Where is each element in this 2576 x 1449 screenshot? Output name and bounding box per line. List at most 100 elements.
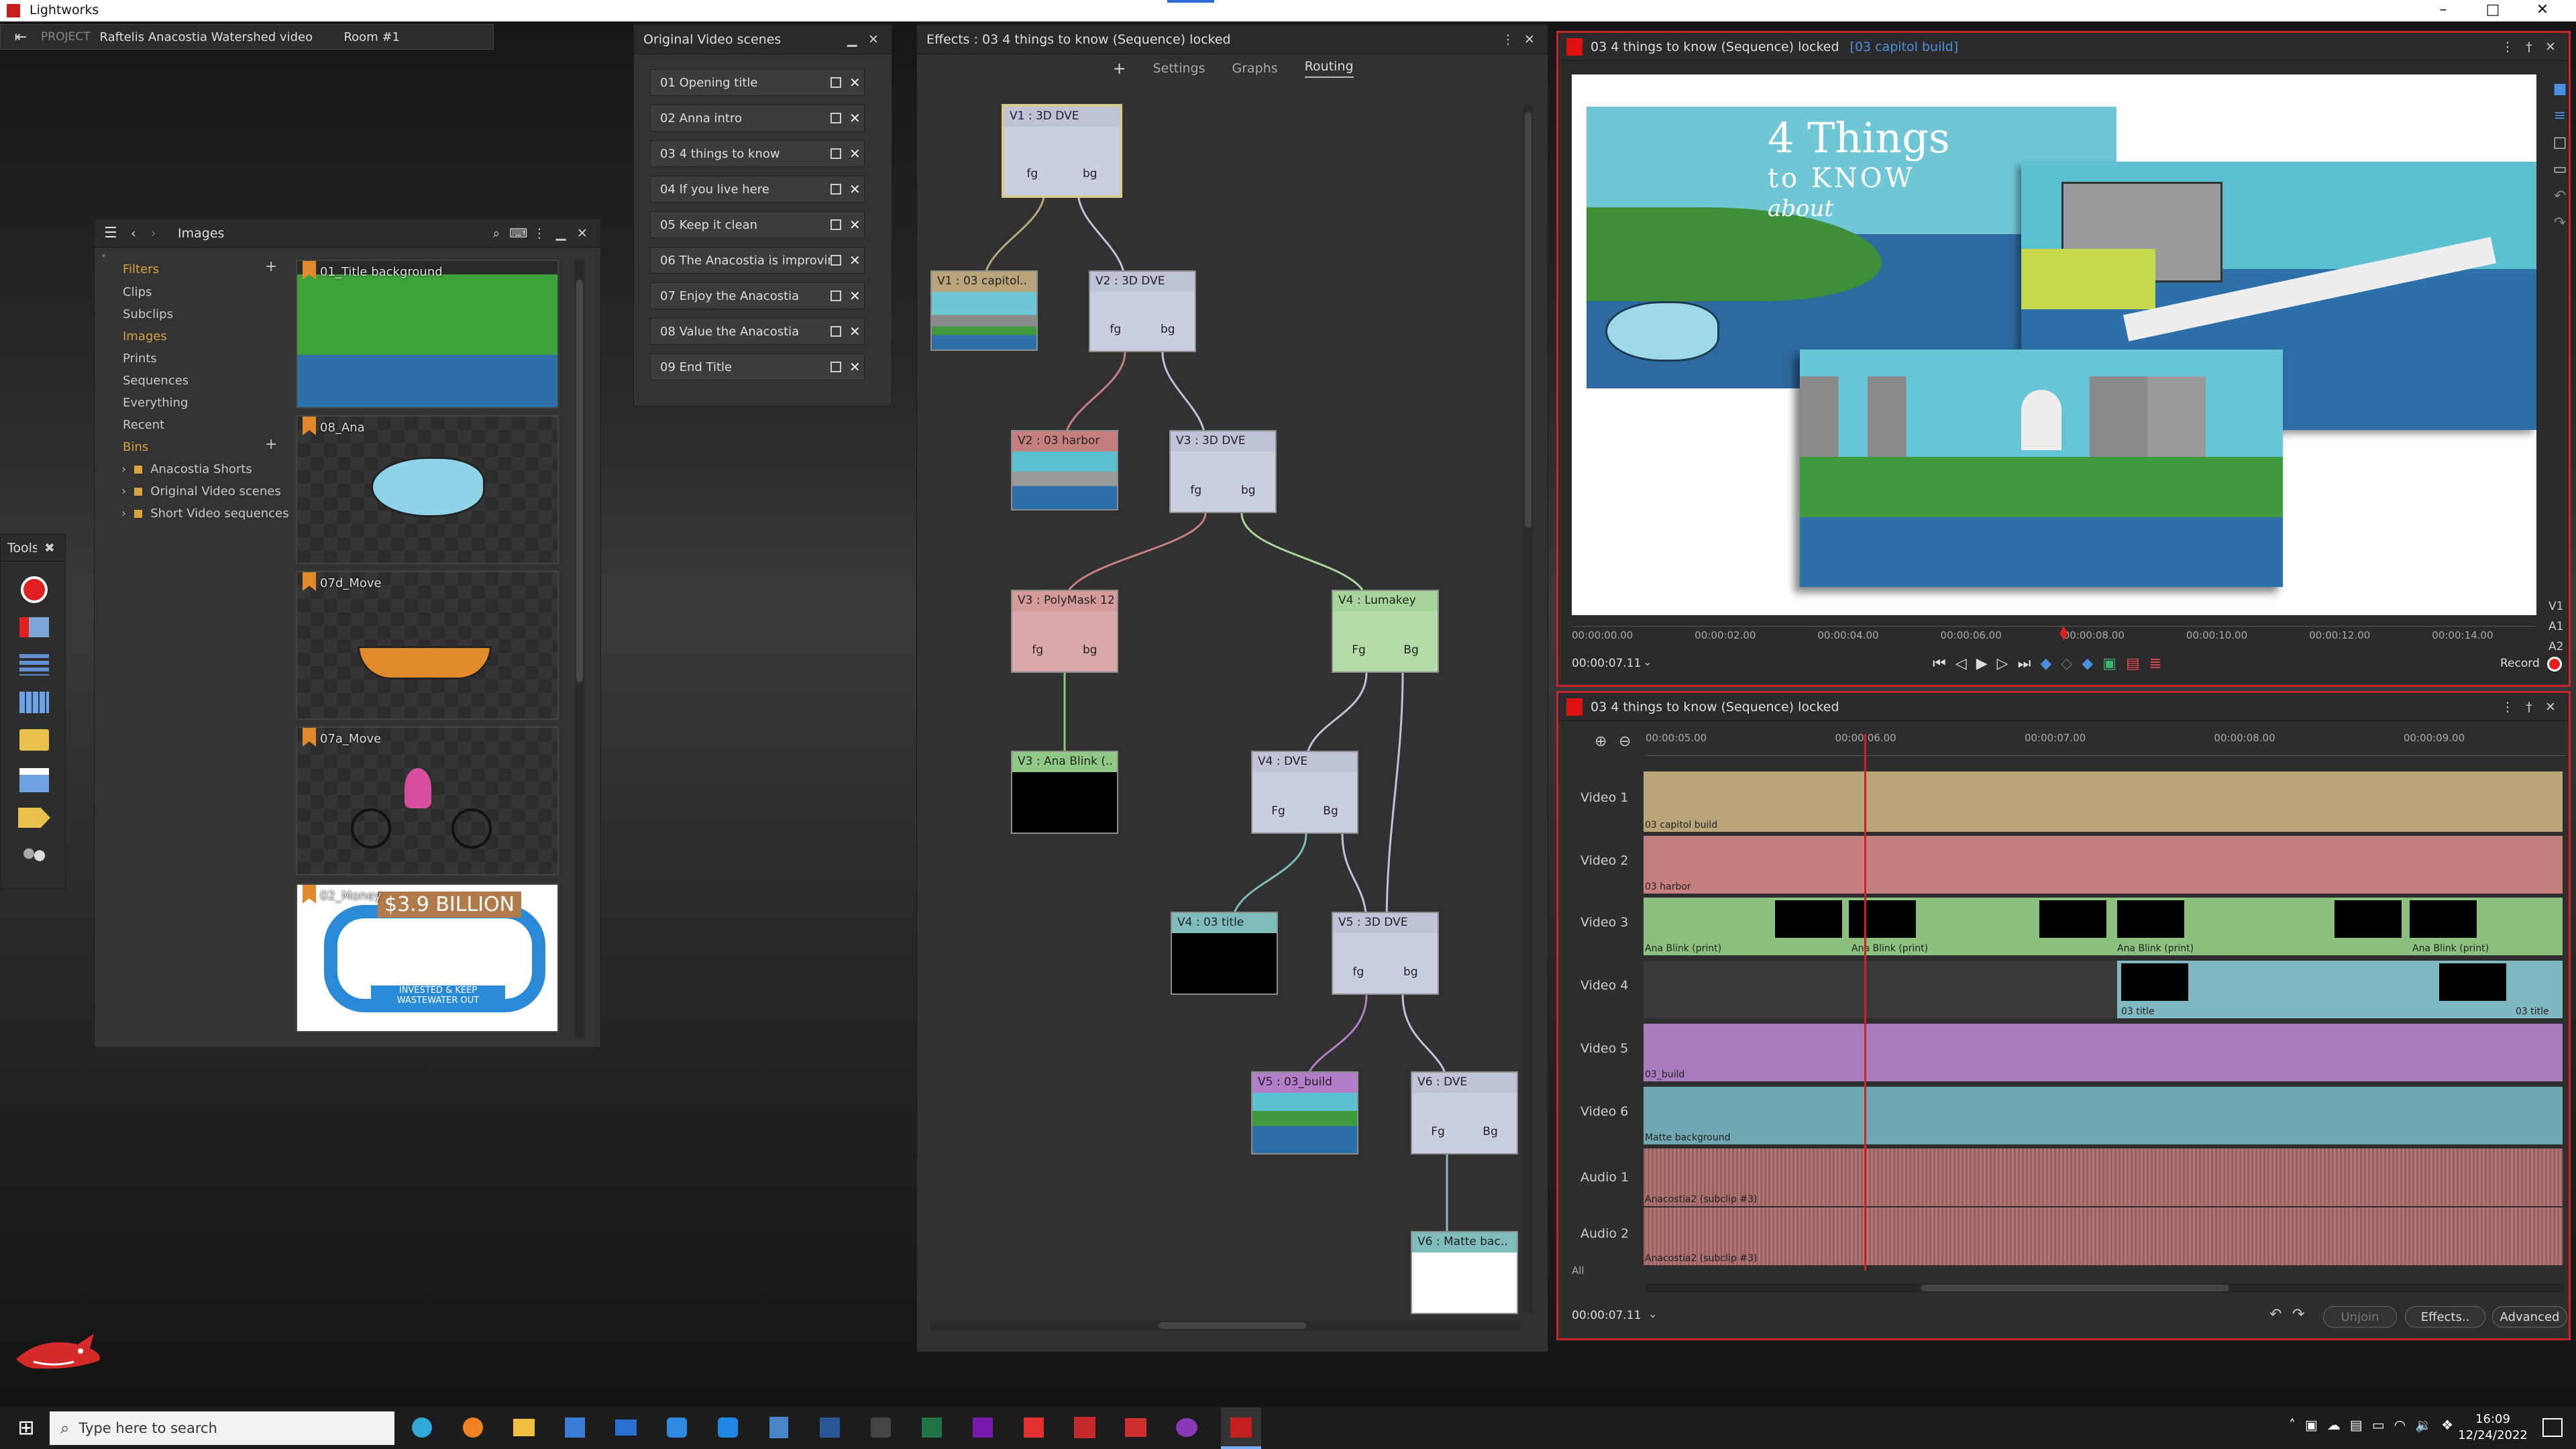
go-start-icon[interactable]: ⏮: [1933, 655, 1946, 672]
undo-icon[interactable]: ↶: [2550, 183, 2570, 210]
routing-node-v5dve[interactable]: V5 : 3D DVE fg bg: [1332, 912, 1439, 995]
undo-icon[interactable]: ↶: [2269, 1306, 2282, 1323]
edge-icon[interactable]: [412, 1417, 432, 1438]
room-dropdown[interactable]: Room #1: [314, 30, 435, 44]
add-filter-icon[interactable]: +: [265, 258, 277, 275]
routing-node-v1dve[interactable]: V1 : 3D DVE fg bg: [1002, 104, 1122, 198]
all-tracks-label[interactable]: All: [1572, 1265, 1585, 1277]
mark-in-icon[interactable]: ◆: [2040, 655, 2051, 672]
zoom-in-icon[interactable]: ⊕: [1595, 733, 1607, 750]
redo-icon[interactable]: ↷: [2292, 1306, 2304, 1323]
viewer-timecode[interactable]: 00:00:07.11: [1572, 657, 1641, 670]
file-explorer-icon[interactable]: [513, 1419, 535, 1436]
minimize-icon[interactable]: ▁: [843, 32, 861, 47]
track-video4[interactable]: 03 title 03 title: [1644, 961, 2563, 1018]
record-button[interactable]: [2547, 657, 2562, 672]
fg-pin[interactable]: Fg: [1271, 804, 1285, 818]
step-back-icon[interactable]: ◁: [1955, 655, 1967, 672]
fg-pin[interactable]: fg: [1190, 484, 1201, 497]
image-thumbnail[interactable]: 07a_Move: [296, 727, 559, 875]
scroll-thumb[interactable]: [1525, 112, 1532, 528]
lightworks-taskbar-icon[interactable]: [1230, 1417, 1252, 1438]
pin-icon[interactable]: ✖: [41, 541, 58, 555]
effects-tool-icon[interactable]: [17, 767, 52, 794]
nav-clips[interactable]: Clips: [123, 285, 152, 299]
wifi-icon[interactable]: ◠: [2394, 1417, 2406, 1440]
track-label-video3[interactable]: Video 3: [1580, 915, 1628, 930]
export-tool-icon[interactable]: [17, 804, 52, 831]
scene-item[interactable]: 09 End Title ✕: [650, 354, 865, 380]
close-icon[interactable]: ✕: [2542, 40, 2559, 54]
track-label-video4[interactable]: Video 4: [1580, 978, 1628, 993]
nav-bins[interactable]: Bins: [123, 440, 148, 454]
routing-node-v5src[interactable]: V5 : 03_build: [1251, 1071, 1358, 1155]
checkbox-icon[interactable]: [830, 113, 841, 123]
timeline-hscrollbar[interactable]: [1646, 1283, 2565, 1293]
scene-item[interactable]: 06 The Anacostia is improving ✕: [650, 247, 865, 274]
minimize-icon[interactable]: ▁: [552, 226, 570, 241]
zoom-out-icon[interactable]: ⊖: [1619, 733, 1631, 750]
fg-pin[interactable]: fg: [1352, 965, 1364, 979]
bg-pin[interactable]: Bg: [1323, 804, 1338, 818]
routing-node-v2src[interactable]: V2 : 03 harbor: [1011, 430, 1118, 511]
table-tool-icon[interactable]: [17, 689, 52, 716]
close-icon[interactable]: ✕: [849, 110, 864, 126]
scene-item[interactable]: 02 Anna intro ✕: [650, 105, 865, 131]
timecode-dropdown-icon[interactable]: ⌄: [1643, 655, 1652, 668]
scene-item[interactable]: 08 Value the Anacostia ✕: [650, 318, 865, 345]
cue-icon[interactable]: ≣: [2149, 655, 2161, 672]
routing-node-v3mask[interactable]: V3 : PolyMask 12 fg bg: [1011, 590, 1118, 673]
taskbar-search[interactable]: ⌕ Type here to search: [50, 1411, 394, 1445]
app-icon[interactable]: [1176, 1418, 1197, 1437]
close-icon[interactable]: ✕: [849, 359, 864, 375]
routing-node-v4luma[interactable]: V4 : Lumakey Fg Bg: [1332, 590, 1439, 673]
calculator-icon[interactable]: [769, 1417, 788, 1438]
mark-out-icon[interactable]: ◇: [2061, 655, 2072, 672]
effects-vscrollbar[interactable]: [1523, 105, 1533, 1313]
close-icon[interactable]: ✕: [2542, 700, 2559, 714]
word-icon[interactable]: [820, 1417, 840, 1438]
track-label-audio1[interactable]: Audio 1: [1580, 1170, 1629, 1185]
scroll-thumb[interactable]: [576, 280, 583, 682]
onenote-icon[interactable]: [973, 1417, 993, 1438]
track-video5[interactable]: 03_build: [1644, 1024, 2563, 1081]
keyboard-icon[interactable]: ⌨: [509, 226, 527, 241]
bg-pin[interactable]: bg: [1083, 167, 1097, 180]
pdf-icon[interactable]: [1024, 1417, 1044, 1438]
menu-icon[interactable]: ☰: [104, 225, 131, 241]
import-tool-icon[interactable]: [17, 614, 52, 641]
users-tool-icon[interactable]: [17, 843, 52, 870]
nav-images[interactable]: Images: [123, 329, 167, 343]
scroll-thumb[interactable]: [1159, 1322, 1306, 1329]
scene-item[interactable]: 01 Opening title ✕: [650, 69, 865, 96]
viewer-ruler[interactable]: 00:00:00.00 00:00:02.00 00:00:04.00 00:00:0…: [1572, 626, 2536, 645]
exit-icon[interactable]: ⇤: [1, 29, 41, 46]
marker-icon[interactable]: ▣: [2102, 655, 2116, 672]
play-icon[interactable]: ▶: [1976, 655, 1988, 672]
fg-pin[interactable]: Fg: [1352, 643, 1366, 657]
advanced-button[interactable]: Advanced: [2492, 1306, 2567, 1328]
chevron-right-icon[interactable]: ›: [121, 506, 126, 521]
scene-item[interactable]: 05 Keep it clean ✕: [650, 211, 865, 238]
app-icon[interactable]: [718, 1417, 738, 1438]
pin-icon[interactable]: †: [2520, 40, 2538, 54]
track-label-video6[interactable]: Video 6: [1580, 1104, 1628, 1119]
effects-hscrollbar[interactable]: [930, 1321, 1521, 1330]
bg-pin[interactable]: Bg: [1483, 1125, 1497, 1138]
track-audio2[interactable]: Anacostia2 (subclip #3): [1644, 1208, 2563, 1265]
track-label-video2[interactable]: Video 2: [1580, 853, 1628, 868]
record-tool-icon[interactable]: [17, 576, 52, 603]
timeline-tool-icon[interactable]: [17, 651, 52, 678]
bg-pin[interactable]: bg: [1161, 323, 1175, 336]
checkbox-icon[interactable]: [830, 184, 841, 195]
track-label-video5[interactable]: Video 5: [1580, 1041, 1628, 1056]
routing-node-v4dve[interactable]: V4 : DVE Fg Bg: [1251, 751, 1358, 834]
timeline-playhead[interactable]: [1864, 734, 1866, 1271]
track-video3[interactable]: Ana Blink (print) Ana Blink (print) Ana …: [1644, 898, 2563, 955]
app-icon[interactable]: [1125, 1418, 1146, 1437]
track-label-video1[interactable]: Video 1: [1580, 790, 1628, 805]
voicemeeter-icon[interactable]: [1074, 1417, 1095, 1438]
timeline-timecode[interactable]: 00:00:07.11: [1572, 1309, 1641, 1322]
images-scrollbar[interactable]: [575, 260, 584, 1038]
nav-sequences[interactable]: Sequences: [123, 374, 189, 388]
